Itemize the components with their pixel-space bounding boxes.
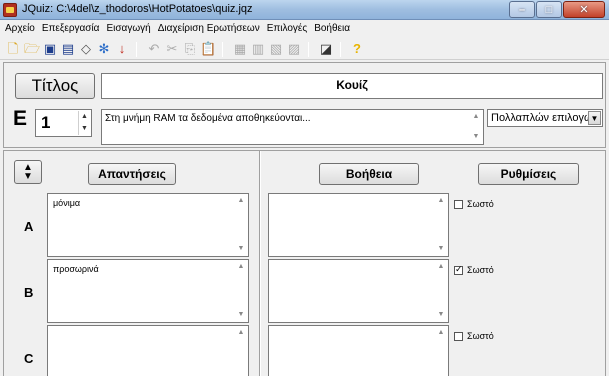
feedback-scrollbar-a[interactable]: ▲ ▼ <box>435 195 447 255</box>
title-bar: JQuiz: C:\4del\z_thodoros\HotPotatoes\qu… <box>0 0 609 20</box>
open-folder-icon[interactable]: 🗁 <box>24 41 40 57</box>
menu-options[interactable]: Επιλογές <box>264 20 311 38</box>
scroll-up-icon[interactable]: ▲ <box>435 329 447 336</box>
correct-checkbox-b[interactable]: Σωστό <box>454 264 494 275</box>
menu-help[interactable]: Βοήθεια <box>311 20 354 38</box>
minimize-button[interactable]: – <box>509 1 535 18</box>
menu-bar: Αρχείο Επεξεργασία Εισαγωγή Διαχείριση Ε… <box>0 20 609 38</box>
cut-icon[interactable]: ✂ <box>164 41 180 57</box>
save-as-icon[interactable]: ▤ <box>60 41 76 57</box>
help-icon[interactable]: ? <box>349 41 365 57</box>
answer-letter-a: A <box>24 219 34 234</box>
correct-checkbox-c[interactable]: Σωστό <box>454 331 494 341</box>
web-export-icon[interactable]: ✻ <box>96 41 112 57</box>
window-controls: – □ ✕ <box>508 1 605 18</box>
question-type-value: Πολλαπλών επιλογών <box>491 112 599 124</box>
scroll-down-icon[interactable]: ▼ <box>435 245 447 252</box>
question-text: Στη μνήμη RAM τα δεδομένα αποθηκεύονται.… <box>105 113 311 124</box>
scroll-up-icon[interactable]: ▲ <box>235 329 247 336</box>
checkbox-b-box[interactable] <box>454 264 463 275</box>
scroll-up-icon[interactable]: ▲ <box>435 197 447 204</box>
image-icon[interactable]: ▦ <box>232 41 248 57</box>
question-scrollbar[interactable]: ▲ ▼ <box>470 111 482 143</box>
stepper-up-icon[interactable]: ▲ <box>78 111 90 123</box>
scroll-down-icon[interactable]: ▼ <box>435 311 447 318</box>
answer-input-c[interactable]: ▲ <box>47 325 249 376</box>
add-question-icon[interactable]: ▧ <box>268 41 284 57</box>
answer-letter-b: B <box>24 285 34 300</box>
question-panel: Τίτλος Κουίζ Ε 1 ▲ ▼ Στη μνήμη RAM τα δε… <box>3 62 606 148</box>
scroll-up-icon[interactable]: ▲ <box>235 197 247 204</box>
chart-icon[interactable]: ▥ <box>250 41 266 57</box>
config-icon[interactable]: ◪ <box>318 41 334 57</box>
answer-input-b[interactable]: προσωρινά ▲ ▼ <box>47 259 249 323</box>
correct-label-a: Σωστό <box>467 199 494 209</box>
scroll-up-icon[interactable]: ▲ <box>235 263 247 270</box>
correct-checkbox-a[interactable]: Σωστό <box>454 199 494 209</box>
copy-icon[interactable]: ⎘ <box>182 41 198 57</box>
feedback-input-b[interactable]: ▲ ▼ <box>268 259 449 323</box>
question-type-select[interactable]: Πολλαπλών επιλογών ▼ <box>487 109 603 127</box>
scroll-down-icon[interactable]: ▼ <box>470 133 482 140</box>
answer-scrollbar-b[interactable]: ▲ ▼ <box>235 261 247 321</box>
stepper-down-icon[interactable]: ▼ <box>78 123 90 135</box>
scroll-down-icon[interactable]: ▼ <box>235 245 247 252</box>
paste-icon[interactable]: 📋 <box>200 41 216 57</box>
save-icon[interactable]: ▣ <box>42 41 58 57</box>
toolbar: 🗋 🗁 ▣ ▤ ◇ ✻ ↓ ↶ ✂ ⎘ 📋 ▦ ▥ ▧ ▨ ◪ ? <box>0 38 609 60</box>
checkbox-a-box[interactable] <box>454 199 463 209</box>
title-input[interactable]: Κουίζ <box>101 73 603 99</box>
stepper-arrows[interactable]: ▲ ▼ <box>78 111 90 135</box>
settings-button[interactable]: Ρυθμίσεις <box>478 163 579 185</box>
checkbox-c-box[interactable] <box>454 331 463 341</box>
answers-panel: ▲ ▼ Απαντήσεις Βοήθεια Ρυθμίσεις A μόνιμ… <box>3 150 606 376</box>
title-button[interactable]: Τίτλος <box>15 73 95 99</box>
answer-text-b: προσωρινά <box>53 264 99 274</box>
question-text-field[interactable]: Στη μνήμη RAM τα δεδομένα αποθηκεύονται.… <box>101 109 484 145</box>
menu-manage-questions[interactable]: Διαχείριση Ερωτήσεων <box>155 20 264 38</box>
undo-icon[interactable]: ↶ <box>146 41 162 57</box>
answer-letter-c: C <box>24 351 34 366</box>
menu-insert[interactable]: Εισαγωγή <box>103 20 154 38</box>
question-label: Ε <box>13 107 28 130</box>
answer-input-a[interactable]: μόνιμα ▲ ▼ <box>47 193 249 257</box>
question-number-stepper[interactable]: 1 ▲ ▼ <box>35 109 92 137</box>
scroll-up-icon[interactable]: ▲ <box>470 113 482 120</box>
answer-text-a: μόνιμα <box>53 198 81 208</box>
answer-scrollbar-a[interactable]: ▲ ▼ <box>235 195 247 255</box>
feedback-scrollbar-c[interactable]: ▲ <box>435 327 447 376</box>
app-icon[interactable] <box>3 3 17 17</box>
menu-edit[interactable]: Επεξεργασία <box>39 20 104 38</box>
feedback-button[interactable]: Βοήθεια <box>319 163 419 185</box>
window-title: JQuiz: C:\4del\z_thodoros\HotPotatoes\qu… <box>22 3 253 15</box>
delete-question-icon[interactable]: ▨ <box>286 41 302 57</box>
feedback-input-a[interactable]: ▲ ▼ <box>268 193 449 257</box>
eraser-icon[interactable]: ◇ <box>78 41 94 57</box>
answer-scrollbar-c[interactable]: ▲ <box>235 327 247 376</box>
title-value: Κουίζ <box>336 78 368 92</box>
hot-potato-icon[interactable]: ↓ <box>114 41 130 57</box>
reorder-arrows-button[interactable]: ▲ ▼ <box>14 160 42 184</box>
new-file-icon[interactable]: 🗋 <box>5 41 21 57</box>
arrow-down-icon: ▼ <box>23 171 33 182</box>
panel-divider <box>259 151 261 376</box>
question-number: 1 <box>41 113 51 132</box>
chevron-down-icon[interactable]: ▼ <box>588 111 601 125</box>
answers-button[interactable]: Απαντήσεις <box>88 163 176 185</box>
feedback-input-c[interactable]: ▲ <box>268 325 449 376</box>
maximize-button[interactable]: □ <box>536 1 562 18</box>
close-button[interactable]: ✕ <box>563 1 605 18</box>
correct-label-b: Σωστό <box>467 265 494 275</box>
feedback-scrollbar-b[interactable]: ▲ ▼ <box>435 261 447 321</box>
correct-label-c: Σωστό <box>467 331 494 341</box>
scroll-down-icon[interactable]: ▼ <box>235 311 247 318</box>
menu-file[interactable]: Αρχείο <box>2 20 39 38</box>
scroll-up-icon[interactable]: ▲ <box>435 263 447 270</box>
